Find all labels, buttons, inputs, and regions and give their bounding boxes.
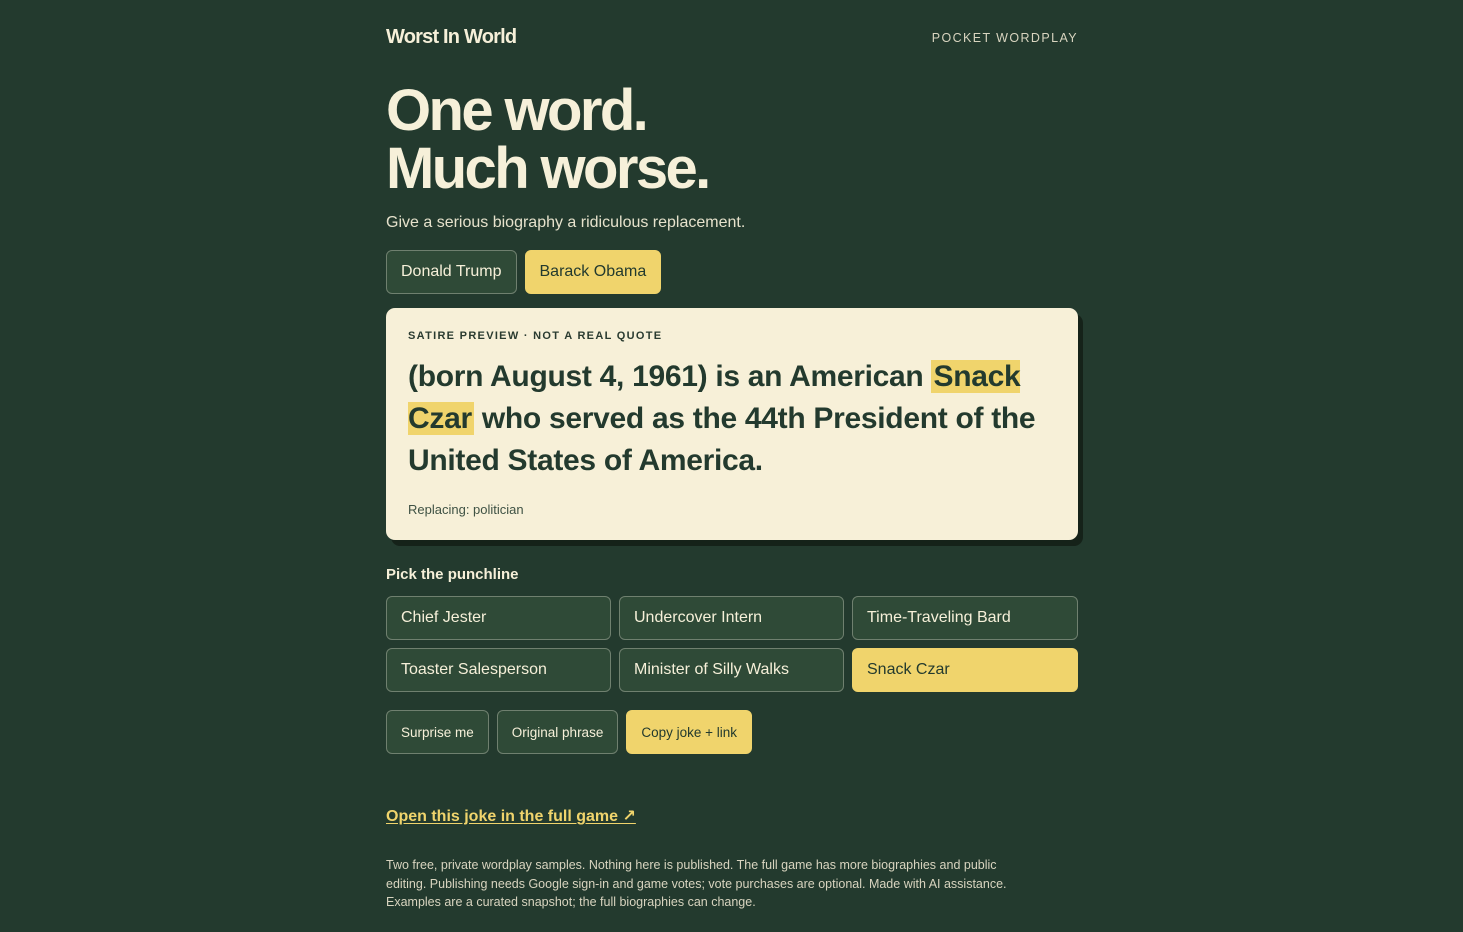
preview-card: SATIRE PREVIEW · NOT A REAL QUOTE (born … — [386, 308, 1078, 540]
tagline: POCKET WORDPLAY — [931, 31, 1078, 45]
quote-before: (born August 4, 1961) is an American — [408, 360, 932, 393]
punchline-options: Chief Jester Undercover Intern Time-Trav… — [386, 596, 1078, 692]
page-title: One word. Much worse. — [386, 76, 1078, 198]
replacing-note: Replacing: politician — [408, 502, 524, 517]
open-full-game-link[interactable]: Open this joke in the full game ↗ — [386, 806, 636, 826]
copy-joke-button[interactable]: Copy joke + link — [626, 710, 753, 754]
headline-line-2: Much worse. — [386, 136, 711, 201]
punchline-option-minister-of-silly-walks[interactable]: Minister of Silly Walks — [619, 648, 844, 692]
biography-quote: (born August 4, 1961) is an American Sna… — [408, 356, 1056, 482]
footer-disclaimer: Two free, private wordplay samples. Noth… — [386, 858, 1007, 909]
page: Worst In World POCKET WORDPLAY One word.… — [386, 0, 1078, 912]
quote-after: who served as the 44th President of the … — [408, 402, 1036, 477]
subtitle: Give a serious biography a ridiculous re… — [386, 214, 746, 231]
original-phrase-button[interactable]: Original phrase — [496, 710, 619, 754]
person-button-barack-obama[interactable]: Barack Obama — [524, 250, 662, 294]
action-bar: Surprise me Original phrase Copy joke + … — [386, 710, 1078, 754]
brand-logo[interactable]: Worst In World — [386, 26, 517, 49]
punchline-option-snack-czar[interactable]: Snack Czar — [852, 648, 1078, 692]
punchline-option-undercover-intern[interactable]: Undercover Intern — [619, 596, 844, 640]
punchline-option-time-traveling-bard[interactable]: Time-Traveling Bard — [852, 596, 1078, 640]
card-label: SATIRE PREVIEW · NOT A REAL QUOTE — [408, 330, 663, 342]
punchline-option-toaster-salesperson[interactable]: Toaster Salesperson — [386, 648, 611, 692]
surprise-me-button[interactable]: Surprise me — [386, 710, 489, 754]
person-selector: Donald Trump Barack Obama — [386, 250, 1078, 294]
headline-line-1: One word. — [386, 78, 649, 143]
top-bar: Worst In World POCKET WORDPLAY — [386, 0, 1078, 76]
person-button-donald-trump[interactable]: Donald Trump — [386, 250, 517, 294]
punchline-option-chief-jester[interactable]: Chief Jester — [386, 596, 611, 640]
punchline-title: Pick the punchline — [386, 566, 519, 583]
